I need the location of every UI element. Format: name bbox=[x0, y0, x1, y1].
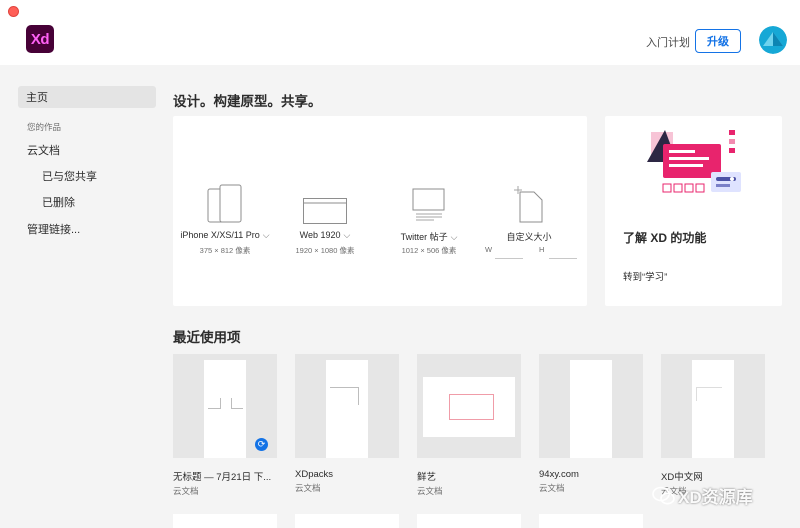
chevron-down-icon[interactable]: ⌵ bbox=[451, 232, 458, 242]
recent-section-title: 最近使用项 bbox=[173, 330, 241, 345]
watermark: XD资源库 bbox=[652, 483, 753, 511]
preset-size: 1012 × 506 像素 bbox=[401, 246, 457, 255]
wechat-icon bbox=[652, 486, 676, 511]
recent-file[interactable]: XD中文网 云文档 bbox=[661, 354, 765, 497]
page-title: 设计。构建原型。共享。 bbox=[173, 94, 322, 109]
height-label: H bbox=[539, 245, 545, 254]
sidebar-item-deleted[interactable]: 已删除 bbox=[42, 191, 75, 213]
width-field[interactable] bbox=[495, 258, 523, 259]
preset-custom-size[interactable]: 自定义大小 W H bbox=[479, 116, 579, 306]
file-location: 云文档 bbox=[295, 483, 321, 493]
getting-started-link[interactable]: 入门计划 bbox=[646, 34, 690, 50]
window-close-button[interactable] bbox=[8, 6, 19, 17]
sidebar-item-cloud-docs[interactable]: 云文档 bbox=[27, 139, 60, 161]
recent-file-partial bbox=[295, 514, 399, 528]
learn-title: 了解 XD 的功能 bbox=[623, 231, 707, 245]
preset-size: 375 × 812 像素 bbox=[199, 246, 251, 255]
sidebar-item-home[interactable]: 主页 bbox=[18, 86, 156, 108]
chevron-down-icon[interactable]: ⌵ bbox=[263, 230, 270, 240]
width-label: W bbox=[485, 245, 493, 254]
recent-file[interactable]: ⟳ 无标题 — 7月21日 下... 云文档 bbox=[173, 354, 277, 497]
preset-label: 自定义大小 bbox=[506, 232, 552, 242]
sync-icon: ⟳ bbox=[255, 438, 268, 451]
custom-size-icon bbox=[512, 182, 546, 229]
height-field[interactable] bbox=[549, 258, 577, 259]
learn-illustration bbox=[647, 130, 741, 193]
learn-link[interactable]: 转到“学习” bbox=[623, 269, 667, 283]
learn-card[interactable]: 了解 XD 的功能 转到“学习” bbox=[605, 116, 782, 306]
custom-size-fields: W H bbox=[479, 245, 579, 259]
recent-file-partial bbox=[417, 514, 521, 528]
chevron-down-icon[interactable]: ⌵ bbox=[344, 230, 351, 240]
recent-file-partial bbox=[173, 514, 277, 528]
sidebar-item-manage-links[interactable]: 管理链接... bbox=[27, 218, 80, 240]
xd-logo: Xd bbox=[26, 25, 54, 53]
sidebar-item-shared[interactable]: 已与您共享 bbox=[42, 165, 97, 187]
preset-twitter[interactable]: Twitter 帖子 ⌵ 1012 × 506 像素 bbox=[379, 116, 479, 306]
title-bar: Xd 入门计划 升级 bbox=[0, 0, 800, 65]
recent-file[interactable]: 鲜艺 云文档 bbox=[417, 354, 521, 497]
file-name: 94xy.com bbox=[539, 469, 579, 480]
recent-file[interactable]: 94xy.com 云文档 bbox=[539, 354, 643, 494]
preset-iphone[interactable]: iPhone X/XS/11 Pro ⌵ 375 × 812 像素 bbox=[175, 116, 275, 306]
sidebar-section-your-work: 您的作品 bbox=[27, 122, 62, 132]
presets-card: iPhone X/XS/11 Pro ⌵ 375 × 812 像素 Web 192… bbox=[173, 116, 587, 306]
file-location: 云文档 bbox=[417, 486, 443, 496]
file-name: XDpacks bbox=[295, 469, 334, 480]
preset-label[interactable]: Twitter 帖子 ⌵ bbox=[379, 230, 479, 243]
preset-label[interactable]: iPhone X/XS/11 Pro ⌵ bbox=[175, 230, 275, 241]
file-name: 无标题 — 7月21日 下... bbox=[173, 472, 272, 483]
file-location: 云文档 bbox=[539, 483, 565, 493]
file-thumbnail[interactable] bbox=[417, 354, 521, 458]
file-thumbnail[interactable]: ⟳ bbox=[173, 354, 277, 458]
preset-size: 1920 × 1080 像素 bbox=[295, 246, 355, 255]
file-location: 云文档 bbox=[173, 486, 199, 496]
file-name: 鲜艺 bbox=[417, 472, 437, 483]
recent-file-partial bbox=[539, 514, 643, 528]
sidebar: 主页 您的作品 云文档 已与您共享 已删除 管理链接... bbox=[0, 65, 165, 528]
browser-window-icon bbox=[303, 198, 347, 229]
phone-icon bbox=[207, 184, 243, 229]
file-name: XD中文网 bbox=[661, 472, 703, 483]
file-thumbnail[interactable] bbox=[661, 354, 765, 458]
preset-web-1920[interactable]: Web 1920 ⌵ 1920 × 1080 像素 bbox=[275, 116, 375, 306]
file-thumbnail[interactable] bbox=[539, 354, 643, 458]
file-thumbnail[interactable] bbox=[295, 354, 399, 458]
avatar[interactable] bbox=[759, 26, 787, 54]
social-post-icon bbox=[412, 188, 446, 227]
recent-file[interactable]: XDpacks 云文档 bbox=[295, 354, 399, 494]
upgrade-button[interactable]: 升级 bbox=[695, 29, 741, 53]
preset-label[interactable]: Web 1920 ⌵ bbox=[275, 230, 375, 241]
